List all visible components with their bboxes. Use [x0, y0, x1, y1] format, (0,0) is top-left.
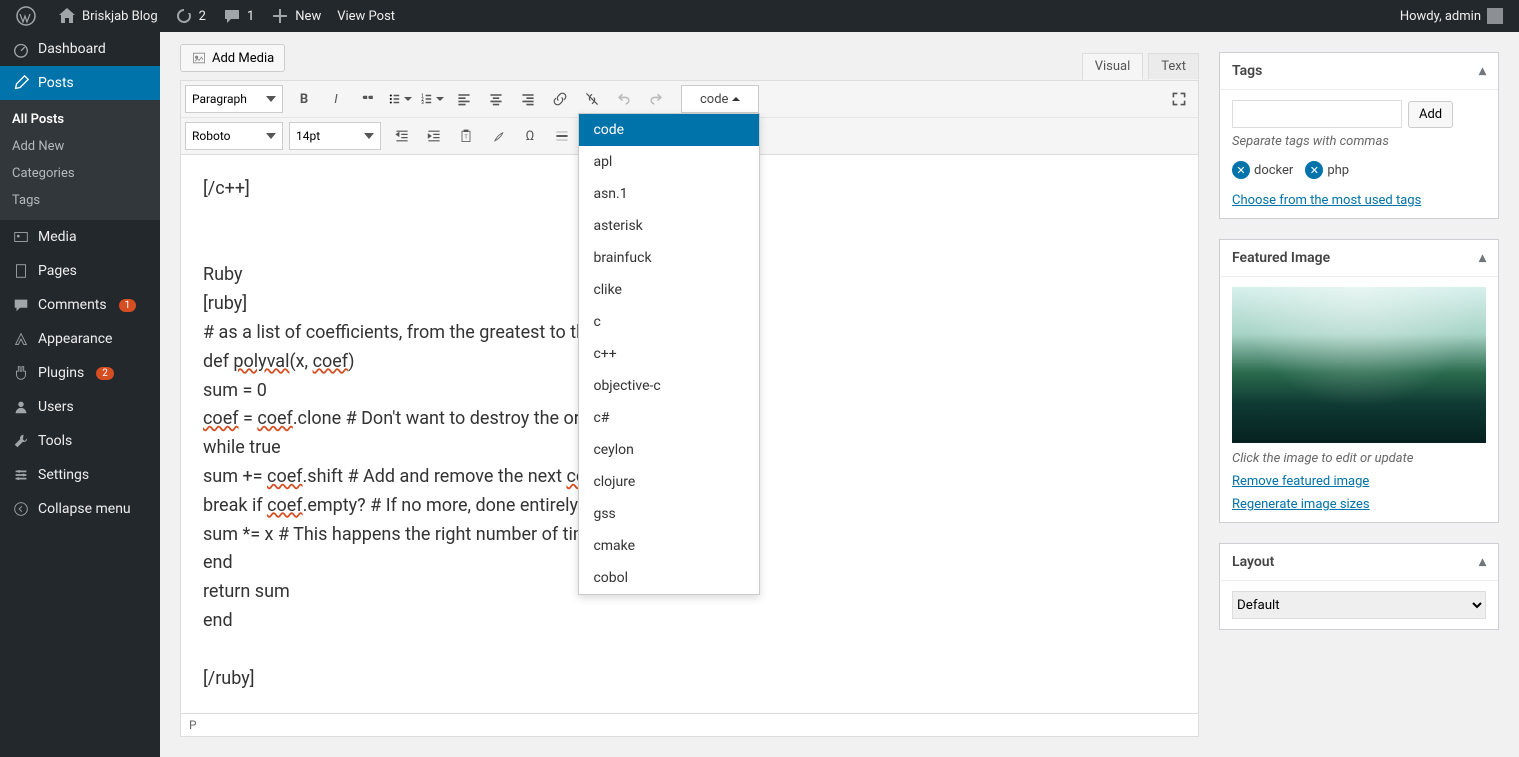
code-option-cmake[interactable]: cmake	[579, 530, 759, 562]
add-media-button[interactable]: Add Media	[180, 44, 285, 72]
outdent-button[interactable]	[387, 121, 417, 151]
menu-settings[interactable]: Settings	[0, 458, 160, 492]
code-option-cobol[interactable]: cobol	[579, 562, 759, 594]
collapse-menu[interactable]: Collapse menu	[0, 492, 160, 526]
admin-toolbar: Briskjab Blog 2 1 New View Post Howdy, a…	[0, 0, 1519, 32]
new-link[interactable]: New	[262, 0, 329, 32]
bold-button[interactable]: B	[289, 84, 319, 114]
code-option-asterisk[interactable]: asterisk	[579, 210, 759, 242]
menu-plugins[interactable]: Plugins2	[0, 356, 160, 390]
tags-metabox: Tags ▴ Add Separate tags with commas ✕doc…	[1219, 52, 1499, 219]
layout-metabox: Layout ▴ Default	[1219, 543, 1499, 630]
layout-select[interactable]: Default	[1232, 591, 1486, 619]
align-left-button[interactable]	[449, 84, 479, 114]
font-select[interactable]: Roboto	[185, 122, 283, 150]
code-option-gss[interactable]: gss	[579, 498, 759, 530]
comments-link[interactable]: 1	[214, 0, 262, 32]
featured-image-metabox: Featured Image ▴ Click the image to edit …	[1219, 239, 1499, 523]
code-option-code[interactable]: code	[579, 114, 759, 146]
submenu-tags[interactable]: Tags	[0, 187, 160, 214]
code-option-ceylon[interactable]: ceylon	[579, 434, 759, 466]
featured-image[interactable]	[1232, 287, 1486, 443]
italic-button[interactable]: I	[321, 84, 351, 114]
code-option-apl[interactable]: apl	[579, 146, 759, 178]
editor-toolbar: Paragraph B I 123 code codeaplasn.1a	[180, 80, 1199, 155]
wp-logo[interactable]	[8, 0, 49, 32]
blockquote-button[interactable]	[353, 84, 383, 114]
submenu-categories[interactable]: Categories	[0, 160, 160, 187]
account-link[interactable]: Howdy, admin	[1392, 0, 1511, 32]
layout-title: Layout	[1232, 554, 1274, 570]
menu-media[interactable]: Media	[0, 220, 160, 254]
code-option-objectivec[interactable]: objective-c	[579, 370, 759, 402]
svg-text:T: T	[464, 134, 468, 140]
align-center-button[interactable]	[481, 84, 511, 114]
redo-button[interactable]	[641, 84, 671, 114]
link-button[interactable]	[545, 84, 575, 114]
code-option-clojure[interactable]: clojure	[579, 466, 759, 498]
featured-toggle[interactable]: ▴	[1479, 250, 1486, 266]
fullscreen-button[interactable]	[1164, 84, 1194, 114]
align-right-button[interactable]	[513, 84, 543, 114]
choose-tags-link[interactable]: Choose from the most used tags	[1232, 193, 1421, 208]
submenu-all-posts[interactable]: All Posts	[0, 106, 160, 133]
featured-hint: Click the image to edit or update	[1232, 451, 1486, 466]
tag-docker: ✕docker	[1232, 161, 1293, 179]
site-name-link[interactable]: Briskjab Blog	[49, 0, 166, 32]
code-option-asn1[interactable]: asn.1	[579, 178, 759, 210]
code-option-clike[interactable]: clike	[579, 274, 759, 306]
tags-toggle[interactable]: ▴	[1479, 63, 1486, 79]
undo-button[interactable]	[609, 84, 639, 114]
unlink-button[interactable]	[577, 84, 607, 114]
remove-tag-php[interactable]: ✕	[1305, 161, 1323, 179]
posts-submenu: All Posts Add New Categories Tags	[0, 100, 160, 220]
menu-users[interactable]: Users	[0, 390, 160, 424]
menu-appearance[interactable]: Appearance	[0, 322, 160, 356]
code-dropdown-button[interactable]: code	[681, 85, 759, 113]
tag-input[interactable]	[1232, 100, 1402, 128]
menu-pages[interactable]: Pages	[0, 254, 160, 288]
avatar	[1487, 8, 1503, 24]
menu-posts[interactable]: Posts	[0, 66, 160, 100]
code-option-c[interactable]: c++	[579, 338, 759, 370]
code-option-brainfuck[interactable]: brainfuck	[579, 242, 759, 274]
paste-text-button[interactable]: T	[451, 121, 481, 151]
bullet-list-button[interactable]	[385, 84, 415, 114]
numbered-list-button[interactable]: 123	[417, 84, 447, 114]
layout-toggle[interactable]: ▴	[1479, 554, 1486, 570]
code-option-c[interactable]: c#	[579, 402, 759, 434]
code-dropdown-menu[interactable]: codeaplasn.1asteriskbrainfuckclikecc++ob…	[578, 113, 760, 595]
menu-tools[interactable]: Tools	[0, 424, 160, 458]
submenu-add-new[interactable]: Add New	[0, 133, 160, 160]
comments-badge: 1	[119, 299, 137, 312]
tags-hint: Separate tags with commas	[1232, 134, 1486, 149]
clear-format-button[interactable]	[483, 121, 513, 151]
menu-dashboard[interactable]: Dashboard	[0, 32, 160, 66]
svg-text:3: 3	[421, 101, 424, 106]
editor-tabs: Visual Text	[1077, 53, 1199, 81]
code-option-c[interactable]: c	[579, 306, 759, 338]
format-select[interactable]: Paragraph	[185, 85, 283, 113]
tab-visual[interactable]: Visual	[1082, 53, 1144, 80]
font-size-select[interactable]: 14pt	[289, 122, 381, 150]
remove-tag-docker[interactable]: ✕	[1232, 161, 1250, 179]
featured-title: Featured Image	[1232, 250, 1330, 266]
menu-comments[interactable]: Comments1	[0, 288, 160, 322]
tab-text[interactable]: Text	[1148, 53, 1199, 80]
remove-featured-link[interactable]: Remove featured image	[1232, 474, 1369, 489]
plugins-badge: 2	[96, 367, 114, 380]
regenerate-link[interactable]: Regenerate image sizes	[1232, 497, 1370, 512]
hr-button[interactable]	[547, 121, 577, 151]
updates-link[interactable]: 2	[166, 0, 214, 32]
editor-path: P	[180, 714, 1199, 737]
tag-php: ✕php	[1305, 161, 1349, 179]
add-tag-button[interactable]: Add	[1408, 101, 1453, 128]
view-post-link[interactable]: View Post	[329, 0, 403, 32]
admin-sidebar: Dashboard Posts All Posts Add New Catego…	[0, 32, 160, 757]
tags-title: Tags	[1232, 63, 1262, 79]
indent-button[interactable]	[419, 121, 449, 151]
special-char-button[interactable]: Ω	[515, 121, 545, 151]
